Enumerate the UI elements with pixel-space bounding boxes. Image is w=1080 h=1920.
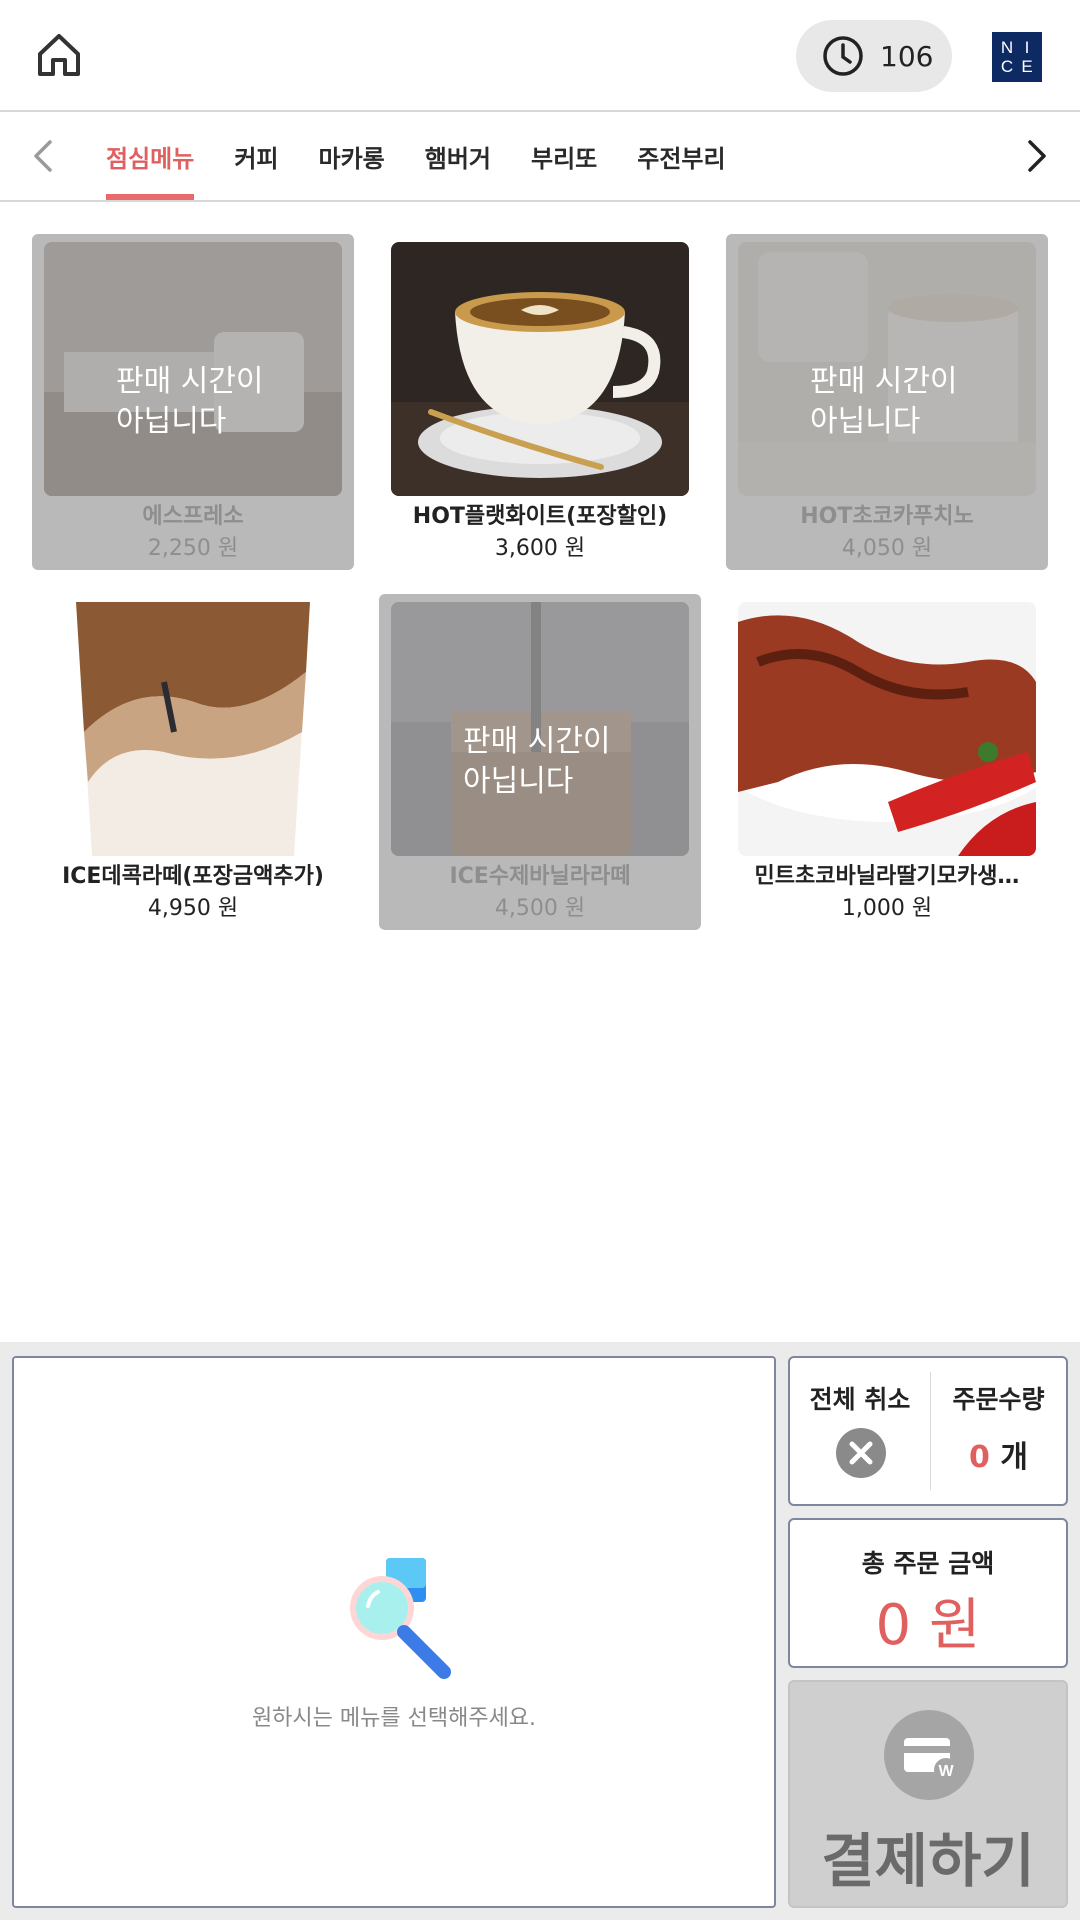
- tab-snacks[interactable]: 주전부리: [637, 112, 725, 200]
- menu-name: HOT초코카푸치노: [800, 504, 974, 529]
- menu-name: ICE데콕라떼(포장금액추가): [62, 864, 324, 889]
- menu-price: 4,050 원: [841, 536, 933, 561]
- menu-card-ice-vanilla-latte[interactable]: 판매 시간이 아닙니다 ICE수제바닐라라떼 4,500 원: [379, 594, 701, 930]
- cancel-all-label: 전체 취소: [809, 1385, 911, 1414]
- cart-empty-message: 원하시는 메뉴를 선택해주세요.: [251, 1706, 537, 1731]
- unavailable-overlay: 판매 시간이 아닙니다: [738, 242, 1036, 496]
- menu-card-hot-choco-cappuccino[interactable]: 판매 시간이 아닙니다 HOT초코카푸치노 4,050 원: [726, 234, 1048, 570]
- menu-name: ICE수제바닐라라떼: [449, 864, 631, 889]
- unavailable-overlay: 판매 시간이 아닙니다: [391, 602, 689, 856]
- pay-button[interactable]: W 결제하기: [788, 1680, 1068, 1908]
- menu-price: 4,500 원: [494, 896, 586, 921]
- menu-card-espresso[interactable]: 판매 시간이 아닙니다 에스프레소 2,250 원: [32, 234, 354, 570]
- menu-card-hot-flat-white[interactable]: HOT플랫화이트(포장할인) 3,600 원: [379, 234, 701, 570]
- header: 106 N I C E: [0, 0, 1080, 112]
- clock-icon: [823, 36, 863, 76]
- menu-price: 2,250 원: [147, 536, 239, 561]
- cart-panel: 원하시는 메뉴를 선택해주세요.: [12, 1356, 776, 1908]
- tabs-prev-button[interactable]: [22, 134, 66, 178]
- cancel-all-button[interactable]: 전체 취소: [790, 1358, 930, 1504]
- menu-image: 판매 시간이 아닙니다: [44, 242, 342, 496]
- unavailable-overlay: 판매 시간이 아닙니다: [44, 242, 342, 496]
- tab-macaron[interactable]: 마카롱: [319, 112, 385, 200]
- menu-image: [738, 602, 1036, 856]
- tab-burrito[interactable]: 부리또: [531, 112, 597, 200]
- chevron-left-icon: [34, 140, 52, 172]
- home-button[interactable]: [34, 30, 84, 80]
- brand-logo: N I C E: [992, 32, 1042, 82]
- chevron-right-icon: [1028, 140, 1046, 172]
- menu-price: 4,950 원: [147, 896, 239, 921]
- close-icon: [836, 1428, 886, 1478]
- unavailable-text: 판매 시간이 아닙니다: [463, 724, 611, 799]
- order-summary-panel: 전체 취소 주문수량 0 개: [788, 1356, 1068, 1506]
- session-timer: 106: [796, 20, 952, 92]
- home-icon: [38, 34, 80, 76]
- card-payment-icon: W: [884, 1710, 974, 1800]
- menu-name: HOT플랫화이트(포장할인): [412, 504, 668, 529]
- tab-lunch-menu[interactable]: 점심메뉴: [106, 112, 195, 200]
- tab-list: 점심메뉴 커피 마카롱 햄버거 부리또 주전부리: [106, 112, 766, 200]
- menu-name: 민트초코바닐라딸기모카생…: [754, 864, 1020, 889]
- unavailable-text: 판매 시간이 아닙니다: [116, 364, 264, 439]
- menu-image: 판매 시간이 아닙니다: [738, 242, 1036, 496]
- svg-text:W: W: [938, 1763, 954, 1780]
- category-tabs: 점심메뉴 커피 마카롱 햄버거 부리또 주전부리: [0, 112, 1080, 202]
- menu-price: 3,600 원: [494, 536, 586, 561]
- order-quantity: 주문수량 0 개: [931, 1358, 1066, 1504]
- order-quantity-label: 주문수량: [952, 1385, 1045, 1414]
- total-amount-label: 총 주문 금액: [861, 1549, 995, 1578]
- menu-card-ice-dekok-latte[interactable]: ICE데콕라떼(포장금액추가) 4,950 원: [32, 594, 354, 930]
- unavailable-text: 판매 시간이 아닙니다: [810, 364, 958, 439]
- search-icon: [350, 1558, 451, 1679]
- order-area: 원하시는 메뉴를 선택해주세요. 전체 취소 주문수량 0 개 총 주문 금액 …: [0, 1342, 1080, 1920]
- timer-value: 106: [880, 39, 934, 73]
- tab-hamburger[interactable]: 햄버거: [425, 112, 491, 200]
- menu-price: 1,000 원: [841, 896, 933, 921]
- total-amount-value: 0 원: [875, 1593, 981, 1658]
- menu-image: [391, 242, 689, 496]
- menu-image: [44, 602, 342, 856]
- total-amount-panel: 총 주문 금액 0 원: [788, 1518, 1068, 1668]
- menu-card-mint-choco[interactable]: 민트초코바닐라딸기모카생… 1,000 원: [726, 594, 1048, 930]
- order-quantity-value: 0 개: [969, 1440, 1028, 1475]
- pay-label: 결제하기: [821, 1827, 1035, 1895]
- tabs-next-button[interactable]: [1014, 134, 1058, 178]
- menu-name: 에스프레소: [142, 504, 244, 529]
- tab-coffee[interactable]: 커피: [234, 112, 278, 200]
- menu-image: 판매 시간이 아닙니다: [391, 602, 689, 856]
